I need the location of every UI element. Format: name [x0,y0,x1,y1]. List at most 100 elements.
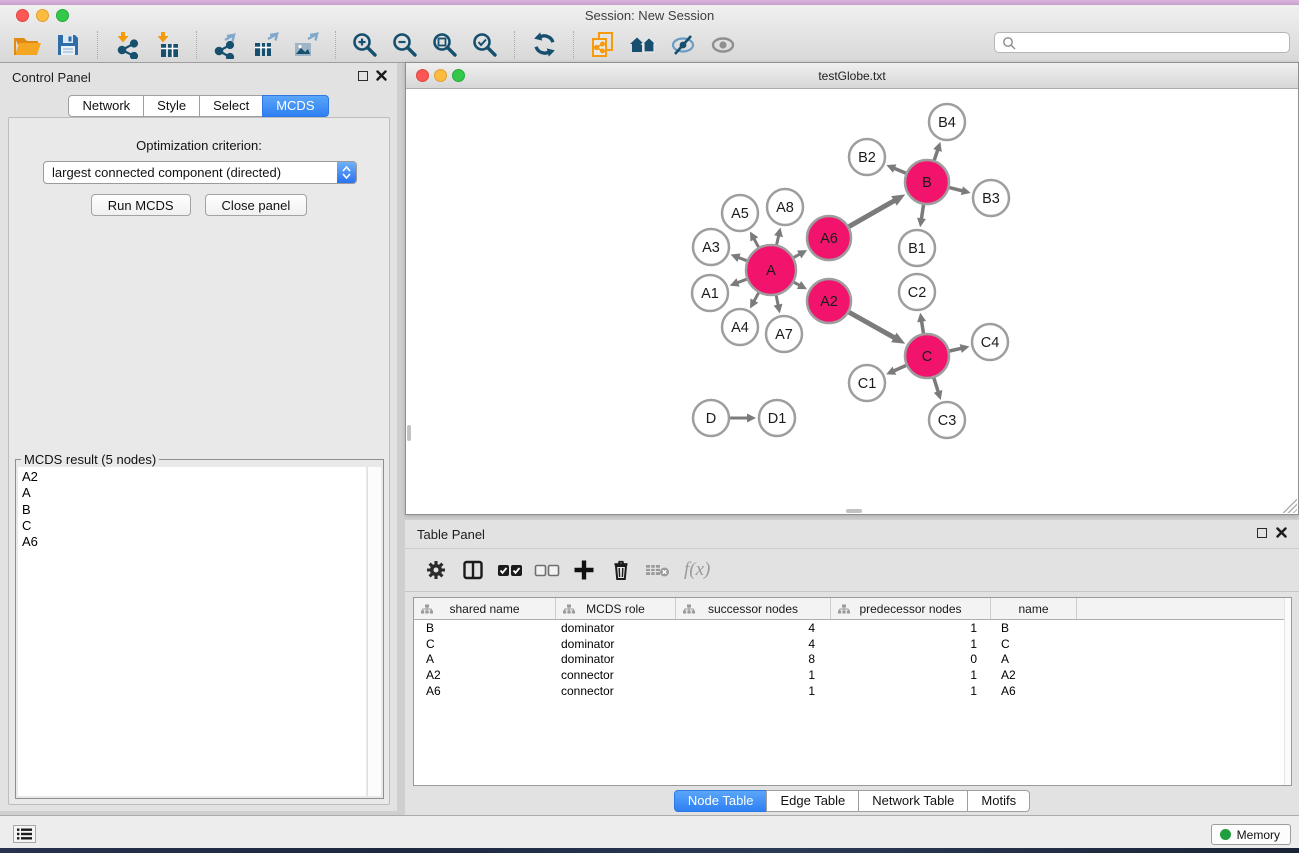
graph-node-C1[interactable]: C1 [849,365,885,401]
graph-node-A7[interactable]: A7 [766,316,802,352]
result-item[interactable]: A6 [22,534,366,550]
float-panel-icon[interactable] [358,71,368,81]
edge-B-B1[interactable] [921,205,923,221]
table-row[interactable]: A2connector11A2 [414,667,1291,683]
graph-node-A3[interactable]: A3 [693,229,729,265]
float-table-panel-icon[interactable] [1257,528,1267,538]
edge-C-C3[interactable] [934,378,939,393]
tab-motifs[interactable]: Motifs [967,790,1030,812]
graph-node-B3[interactable]: B3 [973,180,1009,216]
graph-node-B1[interactable]: B1 [899,230,935,266]
result-item[interactable]: A [22,485,366,501]
save-icon[interactable] [51,29,85,61]
trash-icon[interactable] [608,557,634,583]
graph-node-A8[interactable]: A8 [767,189,803,225]
network-canvas[interactable]: A A1 A2 A3 A4 A5 A6 A7 A8 B B1 B2 B3 B4 C C1 C2 C3 C4 D D1 [406,90,1298,514]
graph-node-A4[interactable]: A4 [722,309,758,345]
edge-B-B3[interactable] [949,188,964,192]
graph-node-C2[interactable]: C2 [899,274,935,310]
export-network-icon[interactable] [209,29,243,61]
home-icon[interactable] [626,29,660,61]
graph-node-C3[interactable]: C3 [929,402,965,438]
edge-A6-B[interactable] [849,200,896,227]
edge-arrowhead [934,390,943,400]
graph-node-D1[interactable]: D1 [759,400,795,436]
graph-node-A1[interactable]: A1 [692,275,728,311]
export-table-icon[interactable] [249,29,283,61]
split-columns-icon[interactable] [460,557,486,583]
result-list-scrollbar[interactable] [367,467,381,796]
zoom-out-icon[interactable] [388,29,422,61]
graph-node-C[interactable]: C [905,334,949,378]
function-builder-icon[interactable]: f(x) [682,559,710,581]
deselect-all-icon[interactable] [534,557,560,583]
network-graph: A A1 A2 A3 A4 A5 A6 A7 A8 B B1 B2 B3 B4 C C1 C2 C3 C4 D D1 [406,90,1298,514]
column-header-name[interactable]: name [991,598,1077,619]
result-item[interactable]: A2 [22,469,366,485]
table-row[interactable]: Cdominator41C [414,636,1291,652]
refresh-icon[interactable] [527,29,561,61]
add-column-icon[interactable] [571,557,597,583]
graph-node-B4[interactable]: B4 [929,104,965,140]
tab-edge-table[interactable]: Edge Table [766,790,859,812]
column-header-successor-nodes[interactable]: successor nodes [676,598,831,619]
tab-style[interactable]: Style [143,95,200,117]
open-file-icon[interactable] [11,29,45,61]
clone-network-icon[interactable] [586,29,620,61]
memory-button[interactable]: Memory [1211,824,1291,845]
column-header-mcds-role[interactable]: MCDS role [556,598,676,619]
import-table-icon[interactable] [150,29,184,61]
table-cell: B [991,621,1077,635]
graph-node-D[interactable]: D [693,400,729,436]
edge-C-C4[interactable] [949,348,962,351]
graph-node-A6[interactable]: A6 [807,216,851,260]
tab-network[interactable]: Network [68,95,144,117]
tab-node-table[interactable]: Node Table [674,790,768,812]
graph-node-A5[interactable]: A5 [722,195,758,231]
show-panels-icon[interactable] [706,29,740,61]
table-cell: A2 [414,668,556,682]
optimization-criterion-dropdown[interactable]: largest connected component (directed) [43,161,357,184]
graph-node-A2[interactable]: A2 [807,279,851,323]
zoom-fit-icon[interactable] [428,29,462,61]
result-item[interactable]: B [22,502,366,518]
graph-node-B[interactable]: B [905,160,949,204]
close-panel-button[interactable]: Close panel [205,194,308,216]
search-field[interactable] [994,32,1290,53]
result-item[interactable]: C [22,518,366,534]
close-panel-icon[interactable] [376,70,387,81]
canvas-vertical-scrollbar[interactable] [407,425,411,441]
table-row[interactable]: Bdominator41B [414,620,1291,636]
edge-B-B2[interactable] [893,168,906,173]
graph-node-A[interactable]: A [746,245,796,295]
export-image-icon[interactable] [289,29,323,61]
edge-C-C2[interactable] [921,320,923,334]
column-header-predecessor-nodes[interactable]: predecessor nodes [831,598,991,619]
table-row[interactable]: Adominator80A [414,651,1291,667]
tab-network-table[interactable]: Network Table [858,790,968,812]
canvas-horizontal-scrollbar[interactable] [846,509,862,513]
tab-select[interactable]: Select [199,95,263,117]
delete-table-icon[interactable] [645,557,671,583]
task-history-button[interactable] [13,825,36,843]
graph-node-B2[interactable]: B2 [849,139,885,175]
table-scrollbar[interactable] [1284,598,1291,785]
edge-C-C1[interactable] [893,365,906,371]
close-table-panel-icon[interactable] [1276,527,1287,538]
select-all-icon[interactable] [497,557,523,583]
zoom-in-icon[interactable] [348,29,382,61]
tab-mcds[interactable]: MCDS [262,95,328,117]
gear-icon[interactable] [423,557,449,583]
mcds-result-list[interactable]: A2ABCA6 [18,467,366,796]
window-resize-grip[interactable] [1283,499,1297,513]
column-header-shared-name[interactable]: shared name [414,598,556,619]
table-cell: A [991,652,1077,666]
table-row[interactable]: A6connector11A6 [414,683,1291,699]
run-mcds-button[interactable]: Run MCDS [91,194,191,216]
search-input[interactable] [1016,35,1289,51]
import-network-icon[interactable] [110,29,144,61]
edge-A2-C[interactable] [849,312,896,338]
graph-node-C4[interactable]: C4 [972,324,1008,360]
hide-panels-icon[interactable] [666,29,700,61]
zoom-selected-icon[interactable] [468,29,502,61]
